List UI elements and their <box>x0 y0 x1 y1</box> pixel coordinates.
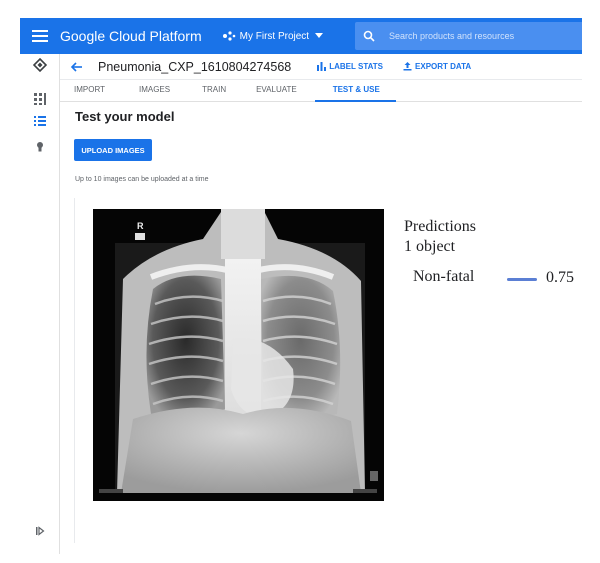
rail-item-models[interactable] <box>20 140 60 154</box>
prediction-label: Non-fatal <box>413 268 475 285</box>
dataset-title: Pneumonia_CXP_1610804274568 <box>98 59 292 74</box>
upload-images-button[interactable]: UPLOAD IMAGES <box>74 139 152 161</box>
left-nav-rail <box>20 54 60 554</box>
grid-icon <box>34 93 46 105</box>
export-data-label: EXPORT DATA <box>415 62 472 71</box>
upload-hint: Up to 10 images can be uploaded at a tim… <box>75 176 209 183</box>
project-name: My First Project <box>239 30 310 42</box>
rail-item-datasets[interactable] <box>20 114 60 128</box>
search-icon <box>363 30 375 42</box>
menu-icon <box>32 30 48 42</box>
automl-logo-icon <box>33 58 47 72</box>
tab-images[interactable]: IMAGES <box>119 80 184 101</box>
lightbulb-icon <box>37 142 43 152</box>
rail-item-dashboard[interactable] <box>20 92 60 106</box>
brand-title[interactable]: Google Cloud Platform <box>60 28 202 44</box>
expand-rail-icon[interactable] <box>35 526 45 536</box>
search-bar[interactable] <box>355 22 582 50</box>
tab-train[interactable]: TRAIN <box>184 80 240 101</box>
tab-evaluate[interactable]: EVALUATE <box>240 80 311 101</box>
project-selector[interactable]: My First Project <box>222 30 324 42</box>
predictions-count: 1 object <box>404 238 456 255</box>
dataset-header: Pneumonia_CXP_1610804274568 LABEL STATS … <box>60 54 582 80</box>
top-app-bar: Google Cloud Platform My First Project <box>20 18 582 54</box>
rail-item-automl[interactable] <box>20 58 60 72</box>
chevron-down-icon <box>315 33 324 38</box>
label-stats-button[interactable]: LABEL STATS <box>317 62 383 71</box>
export-icon <box>403 62 412 71</box>
tab-test-and-use[interactable]: TEST & USE <box>314 80 396 102</box>
tab-import[interactable]: IMPORT <box>60 80 119 101</box>
list-icon <box>34 116 46 126</box>
bar-chart-icon <box>317 62 327 71</box>
search-input[interactable] <box>389 31 569 41</box>
page-title: Test your model <box>75 109 175 124</box>
arrow-back-icon[interactable] <box>70 60 84 74</box>
chest-xray-image: R <box>93 209 384 501</box>
prediction-score: 0.75 <box>546 269 574 286</box>
export-data-button[interactable]: EXPORT DATA <box>403 62 471 71</box>
prediction-color-bar <box>507 278 537 281</box>
xray-r-marker: R <box>137 221 144 231</box>
hamburger-menu-button[interactable] <box>20 18 60 54</box>
predictions-title: Predictions <box>404 218 476 235</box>
panel-divider <box>74 198 75 543</box>
label-stats-label: LABEL STATS <box>329 62 384 71</box>
project-dots-icon <box>222 31 235 41</box>
tab-bar: IMPORT IMAGES TRAIN EVALUATE TEST & USE <box>60 80 582 102</box>
